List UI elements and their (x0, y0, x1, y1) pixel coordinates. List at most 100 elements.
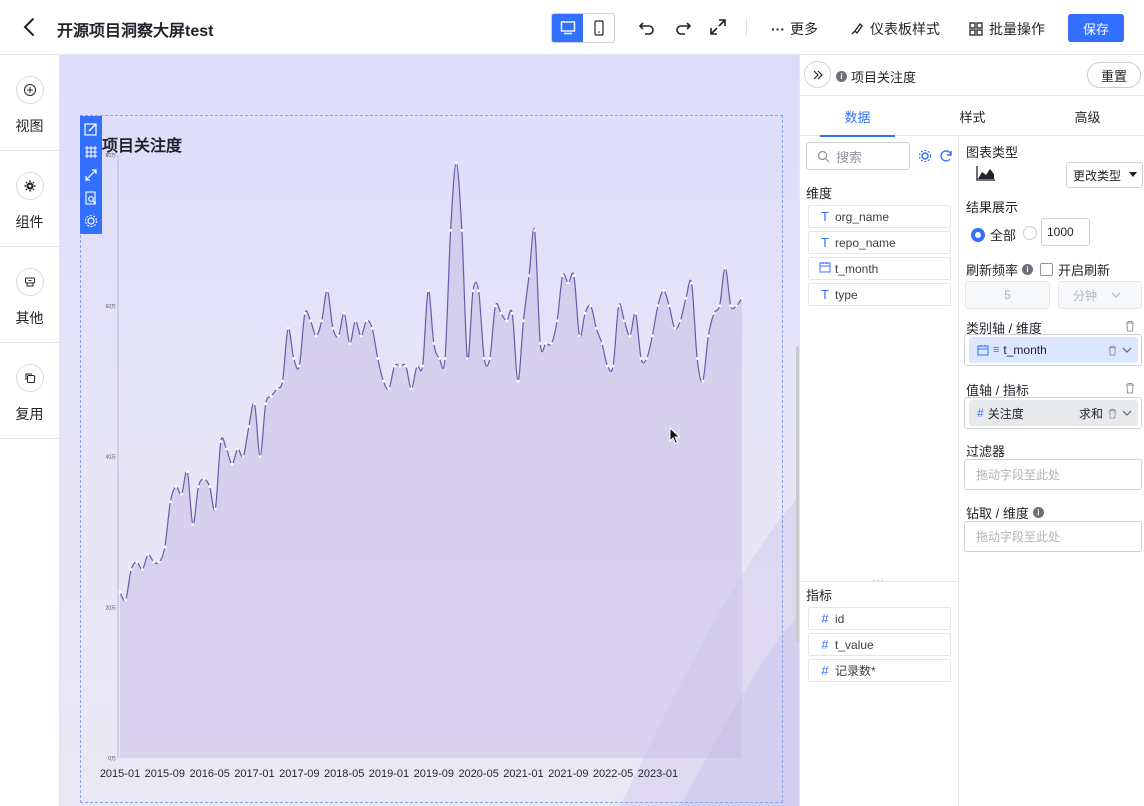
rail-item-view[interactable]: 视图 (0, 55, 59, 151)
data-point (538, 342, 542, 345)
trash-icon[interactable] (1107, 408, 1118, 419)
data-point (169, 500, 172, 504)
data-point (589, 304, 593, 308)
area-chart-icon[interactable] (976, 165, 996, 181)
rail-item-reuse[interactable]: 复用 (0, 343, 59, 439)
inspect-icon[interactable] (83, 188, 99, 207)
data-point (594, 326, 598, 330)
filter-dropzone[interactable]: 拖动字段至此处 (964, 459, 1142, 490)
rail-item-component[interactable]: 组件 (0, 151, 59, 247)
result-limit-input[interactable]: 1000 (1041, 218, 1090, 246)
rail-label: 组件 (15, 214, 44, 230)
data-point (409, 387, 413, 391)
metric-field[interactable]: # 记录数* (808, 659, 951, 682)
number-type-icon: # (821, 663, 829, 678)
dimension-field[interactable]: T org_name (808, 205, 951, 228)
monitor-icon (560, 21, 575, 35)
data-point (213, 507, 217, 511)
chevron-down-icon[interactable] (1122, 347, 1132, 353)
rail-label: 其他 (15, 310, 44, 326)
data-point (393, 364, 396, 368)
refresh-interval-input[interactable]: 5 (965, 281, 1050, 309)
checkbox (1040, 263, 1053, 276)
text-type-icon: T (821, 209, 829, 224)
data-point (174, 485, 178, 489)
change-type-select[interactable]: 更改类型 (1066, 162, 1143, 188)
undo-icon[interactable] (637, 17, 657, 37)
mobile-view-button[interactable] (583, 14, 614, 42)
rail-item-other[interactable]: 其他 (0, 247, 59, 343)
x-tick-label: 2023-01 (638, 768, 678, 780)
metric-field[interactable]: # t_value (808, 633, 951, 656)
metric-field[interactable]: # id (808, 607, 951, 630)
data-point (460, 228, 464, 232)
data-point (443, 357, 447, 360)
refresh-icon[interactable] (939, 149, 953, 163)
trash-icon[interactable] (1124, 320, 1136, 332)
mouse-cursor-icon (669, 427, 681, 445)
result-all-radio[interactable]: 全部 (971, 225, 1016, 244)
field-settings-icon[interactable] (918, 149, 932, 163)
x-tick-label: 2019-01 (369, 768, 409, 780)
enable-refresh-checkbox[interactable]: 开启刷新 (1040, 260, 1110, 279)
result-limit-radio[interactable] (1023, 226, 1037, 240)
collapse-button[interactable] (804, 61, 831, 88)
dimension-field[interactable]: t_month (808, 257, 951, 280)
more-button[interactable]: ··· 更多 (771, 19, 818, 39)
data-point (230, 462, 234, 466)
batch-ops-button[interactable]: 批量操作 (968, 19, 1045, 39)
data-point (269, 394, 273, 398)
data-point (477, 289, 481, 293)
sort-icon: ≡ (993, 344, 1000, 356)
data-point (236, 447, 240, 451)
dimension-field[interactable]: T repo_name (808, 231, 951, 254)
dashboard-style-button[interactable]: 仪表板样式 (849, 19, 940, 39)
fullscreen-icon[interactable] (708, 17, 728, 37)
data-point (561, 274, 565, 278)
data-point (398, 364, 402, 368)
x-tick-label: 2016-05 (189, 768, 229, 780)
data-point (325, 289, 329, 293)
result-label: 结果展示 (966, 200, 1019, 215)
x-tick-label: 2017-09 (279, 768, 319, 780)
desktop-view-button[interactable] (552, 14, 583, 42)
data-point (555, 319, 559, 323)
data-point (583, 311, 587, 315)
data-point (695, 357, 699, 360)
resize-handle[interactable]: ··· (872, 575, 885, 586)
trash-icon[interactable] (1124, 382, 1136, 394)
data-point (471, 289, 475, 293)
double-chevron-right-icon (813, 70, 823, 79)
tab-advanced[interactable]: 高级 (1030, 96, 1144, 136)
edit-icon[interactable] (83, 119, 99, 138)
redo-icon[interactable] (673, 17, 693, 37)
value-field-pill[interactable]: # 关注度 求和 (969, 400, 1138, 426)
dimension-field[interactable]: T type (808, 283, 951, 306)
data-point (359, 334, 363, 338)
drill-dropzone[interactable]: 拖动字段至此处 (964, 521, 1142, 552)
tab-style[interactable]: 样式 (915, 96, 1030, 136)
tab-data[interactable]: 数据 (800, 96, 915, 137)
back-arrow-icon[interactable] (20, 16, 40, 38)
chevron-down-icon[interactable] (1122, 410, 1132, 416)
data-point (550, 342, 553, 345)
data-point (645, 357, 649, 360)
data-point (729, 304, 733, 308)
search-input[interactable]: 搜索 (806, 142, 910, 170)
data-point (438, 357, 441, 360)
trash-icon[interactable] (1107, 345, 1118, 356)
expand-icon[interactable] (83, 165, 99, 184)
data-point (258, 455, 262, 458)
data-point (342, 311, 346, 315)
reset-button[interactable]: 重置 (1087, 62, 1141, 88)
number-type-icon: # (821, 637, 829, 652)
data-point (572, 274, 576, 278)
grid-dots-icon[interactable] (83, 142, 99, 161)
refresh-unit-select[interactable]: 分钟 (1058, 281, 1142, 309)
copy-icon (15, 364, 44, 392)
settings-icon[interactable] (83, 211, 99, 230)
text-type-icon: T (821, 235, 829, 250)
data-point (219, 440, 223, 443)
category-field-pill[interactable]: ≡ t_month (969, 337, 1138, 363)
save-button[interactable]: 保存 (1068, 14, 1124, 42)
